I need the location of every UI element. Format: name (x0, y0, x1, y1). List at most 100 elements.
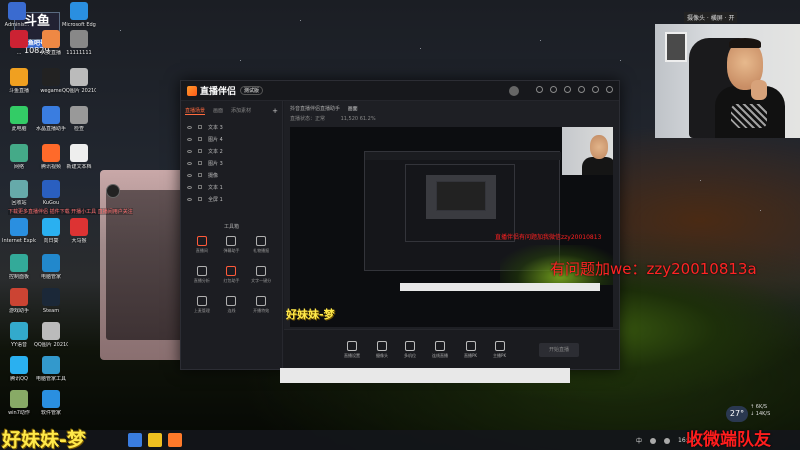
desktop-icon[interactable]: 11111111 (62, 30, 96, 56)
desktop-icon[interactable]: QQ图片 20210703... (62, 68, 96, 94)
taskbar-app-live[interactable] (168, 433, 182, 447)
desktop-icon[interactable]: 电脑管家 (34, 254, 68, 280)
menu-icon[interactable] (564, 85, 571, 93)
canvas-tab[interactable]: 画面 (348, 106, 358, 112)
desktop-icon[interactable]: win7动作 (2, 390, 36, 416)
source-item[interactable]: 摄像 (181, 169, 282, 181)
source-item[interactable]: 文本 2 (181, 145, 282, 157)
source-label: 图片 3 (208, 160, 223, 167)
app-icon (10, 180, 28, 198)
message-icon[interactable] (550, 85, 557, 93)
volume-icon[interactable] (650, 437, 657, 444)
lock-icon[interactable] (198, 137, 202, 141)
source-item[interactable]: 文本 1 (181, 181, 282, 193)
desktop-icon-label: 新建文本档 (66, 164, 92, 170)
desktop-icon[interactable]: 腾讯QQ (2, 356, 36, 382)
maximize-icon[interactable] (592, 85, 599, 93)
toolbox-item[interactable]: 弹幕助手 (217, 236, 247, 254)
desktop-icon[interactable]: 回收站 (2, 180, 36, 206)
close-icon[interactable] (606, 85, 613, 93)
eye-icon[interactable] (187, 185, 192, 189)
lock-icon[interactable] (198, 161, 202, 165)
eye-icon[interactable] (187, 149, 192, 153)
lock-icon[interactable] (198, 173, 202, 177)
desktop-icon[interactable]: 软件管家 (34, 390, 68, 416)
toolbox-item[interactable]: 直播分析 (187, 266, 217, 284)
app-icon (8, 2, 26, 20)
taskbar-app-explorer[interactable] (148, 433, 162, 447)
app-icon (42, 356, 60, 374)
bottom-tool-label: 直播PK (464, 352, 478, 358)
ime-indicator[interactable]: 中 (636, 436, 642, 445)
desktop-icon[interactable]: 此电脑 (2, 106, 36, 132)
toolbox-item[interactable]: 开播特效 (246, 296, 276, 314)
brand-logo-icon (187, 85, 197, 96)
bottom-toolbar: 直播设置 摄像头 多机位 连线直播 直播PK 主播PK 开始直播 (284, 329, 619, 369)
bottom-tool[interactable]: 直播PK (464, 340, 478, 359)
toolbox-item[interactable]: 直播间 (187, 236, 217, 254)
eye-icon[interactable] (187, 161, 192, 165)
user-avatar[interactable] (509, 85, 519, 96)
bottom-tool[interactable]: 连线直播 (432, 340, 448, 359)
canvas-stats: 11,520 61.2% (340, 116, 376, 122)
source-item[interactable]: 文本 3 (181, 121, 282, 133)
desktop-icon[interactable]: 控制面板 (2, 254, 36, 280)
desktop-icon[interactable]: Adminis... (0, 2, 34, 28)
desktop-icon[interactable]: KuGou (34, 180, 68, 206)
tab-add-source[interactable]: 添加素材 (231, 107, 251, 115)
lock-icon[interactable] (198, 197, 202, 201)
desktop-icon[interactable]: ... (2, 30, 36, 56)
bottom-tool[interactable]: 直播设置 (344, 340, 360, 359)
app-icon (10, 288, 28, 306)
desktop-icon[interactable]: 电脑管家工具 (34, 356, 68, 382)
eye-icon[interactable] (187, 173, 192, 177)
desktop-icon-label: 检查 (73, 126, 84, 132)
add-icon[interactable]: + (272, 107, 278, 115)
source-item[interactable]: 图片 3 (181, 157, 282, 169)
toolbox-item[interactable]: 上麦管理 (187, 296, 217, 314)
eye-icon[interactable] (187, 197, 192, 201)
desktop-icon[interactable]: 检查 (62, 106, 96, 132)
desktop-icon[interactable]: 新建文本档 (62, 144, 96, 170)
tab-scene[interactable]: 直播场景 (185, 107, 206, 115)
bottom-tool-icon (377, 340, 387, 351)
desktop-icon[interactable]: 大马猴 (62, 218, 96, 244)
minimize-icon[interactable] (578, 85, 585, 93)
desktop-icon[interactable]: YY语音 (2, 322, 36, 348)
taskbar-app-browser[interactable] (128, 433, 142, 447)
eye-icon[interactable] (187, 125, 192, 129)
live-companion-window[interactable]: 直播伴侣 测试版 直播场景 画面 添加素材 + 文本 3 图片 4 文本 2 图片 3… (180, 80, 620, 370)
start-live-button[interactable]: 开始直播 (539, 342, 579, 357)
tool-label: 弹幕助手 (223, 248, 240, 253)
desktop-icon[interactable]: 游戏助手 (2, 288, 36, 314)
lock-icon[interactable] (198, 185, 202, 189)
lock-icon[interactable] (198, 125, 202, 129)
bottom-tool[interactable]: 主播PK (493, 340, 506, 359)
toolbox-item[interactable]: 红包助手 (217, 266, 247, 284)
eye-icon[interactable] (187, 137, 192, 141)
title-bar[interactable]: 直播伴侣 测试版 (181, 81, 619, 101)
app-icon (42, 106, 60, 124)
tool-icon (196, 266, 207, 276)
desktop-icon[interactable]: Microsoft Edge (62, 2, 96, 28)
bottom-tool-label: 摄像头 (376, 352, 388, 358)
desktop-icon[interactable]: 斗鱼直播 (2, 68, 36, 94)
desktop-icon[interactable]: Internet Explorer (2, 218, 36, 244)
desktop-icon[interactable]: Steam (34, 288, 68, 314)
toolbox-item[interactable]: 礼物播报 (246, 236, 276, 254)
tab-screen[interactable]: 画面 (213, 107, 223, 115)
network-icon[interactable] (664, 437, 671, 444)
lock-icon[interactable] (198, 149, 202, 153)
settings-icon[interactable] (536, 85, 543, 93)
tool-icon (256, 266, 267, 276)
desktop-icon[interactable]: QQ图片 20210703... (34, 322, 68, 348)
source-item[interactable]: 全屏 1 (181, 193, 282, 205)
bottom-tool[interactable]: 摄像头 (376, 340, 388, 359)
desktop-icon[interactable]: 网络 (2, 144, 36, 170)
source-item[interactable]: 图片 4 (181, 133, 282, 145)
scene-tabs: 直播场景 画面 添加素材 + (181, 101, 282, 121)
toolbox-item[interactable]: 连线 (217, 296, 247, 314)
scene-panel: 直播场景 画面 添加素材 + 文本 3 图片 4 文本 2 图片 3 摄像 文本 1 全屏 … (181, 101, 283, 369)
bottom-tool[interactable]: 多机位 (404, 340, 416, 359)
toolbox-item[interactable]: 文字一键分 (246, 266, 276, 284)
